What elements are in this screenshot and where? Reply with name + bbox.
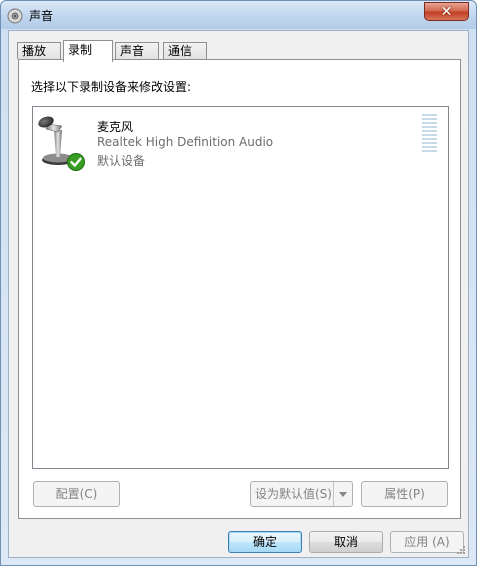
- device-list[interactable]: 麦克风 Realtek High Definition Audio 默认设备: [32, 106, 449, 469]
- ok-button[interactable]: 确定: [228, 531, 302, 553]
- tab-playback[interactable]: 播放: [17, 42, 61, 59]
- cancel-button[interactable]: 取消: [309, 531, 383, 553]
- device-item-microphone[interactable]: 麦克风 Realtek High Definition Audio 默认设备: [33, 107, 448, 177]
- tab-sounds[interactable]: 声音: [115, 42, 159, 59]
- set-default-label: 设为默认值(S): [255, 487, 332, 501]
- dialog-body: 播放 录制 声音 通信 选择以下录制设备来修改设置: 麦克风 Realtek H…: [8, 30, 469, 558]
- configure-button[interactable]: 配置(C): [33, 481, 120, 507]
- check-icon: [67, 153, 85, 171]
- close-icon: ✕: [440, 3, 453, 20]
- device-driver: Realtek High Definition Audio: [97, 135, 274, 149]
- instruction-label: 选择以下录制设备来修改设置:: [31, 80, 192, 94]
- resize-grip-icon[interactable]: [456, 545, 466, 555]
- properties-button[interactable]: 属性(P): [361, 481, 448, 507]
- sound-dialog: 声音 ✕ 播放 录制 声音 通信 选择以下录制设备来修改设置: 麦克风 Real…: [0, 0, 477, 566]
- tab-recording[interactable]: 录制: [63, 40, 113, 62]
- close-button[interactable]: ✕: [424, 2, 469, 21]
- recording-panel: 选择以下录制设备来修改设置: 麦克风 Realtek High Definiti…: [18, 59, 461, 519]
- set-default-button[interactable]: 设为默认值(S): [250, 481, 353, 507]
- tab-communications[interactable]: 通信: [163, 42, 207, 59]
- title-bar[interactable]: 声音 ✕: [1, 1, 476, 29]
- chevron-down-icon[interactable]: [333, 482, 352, 506]
- level-meter: [422, 114, 437, 154]
- device-name: 麦克风: [97, 120, 134, 134]
- speaker-icon: [7, 8, 23, 24]
- device-status: 默认设备: [97, 154, 146, 168]
- apply-button[interactable]: 应用 (A): [390, 531, 464, 553]
- window-title: 声音: [29, 9, 54, 23]
